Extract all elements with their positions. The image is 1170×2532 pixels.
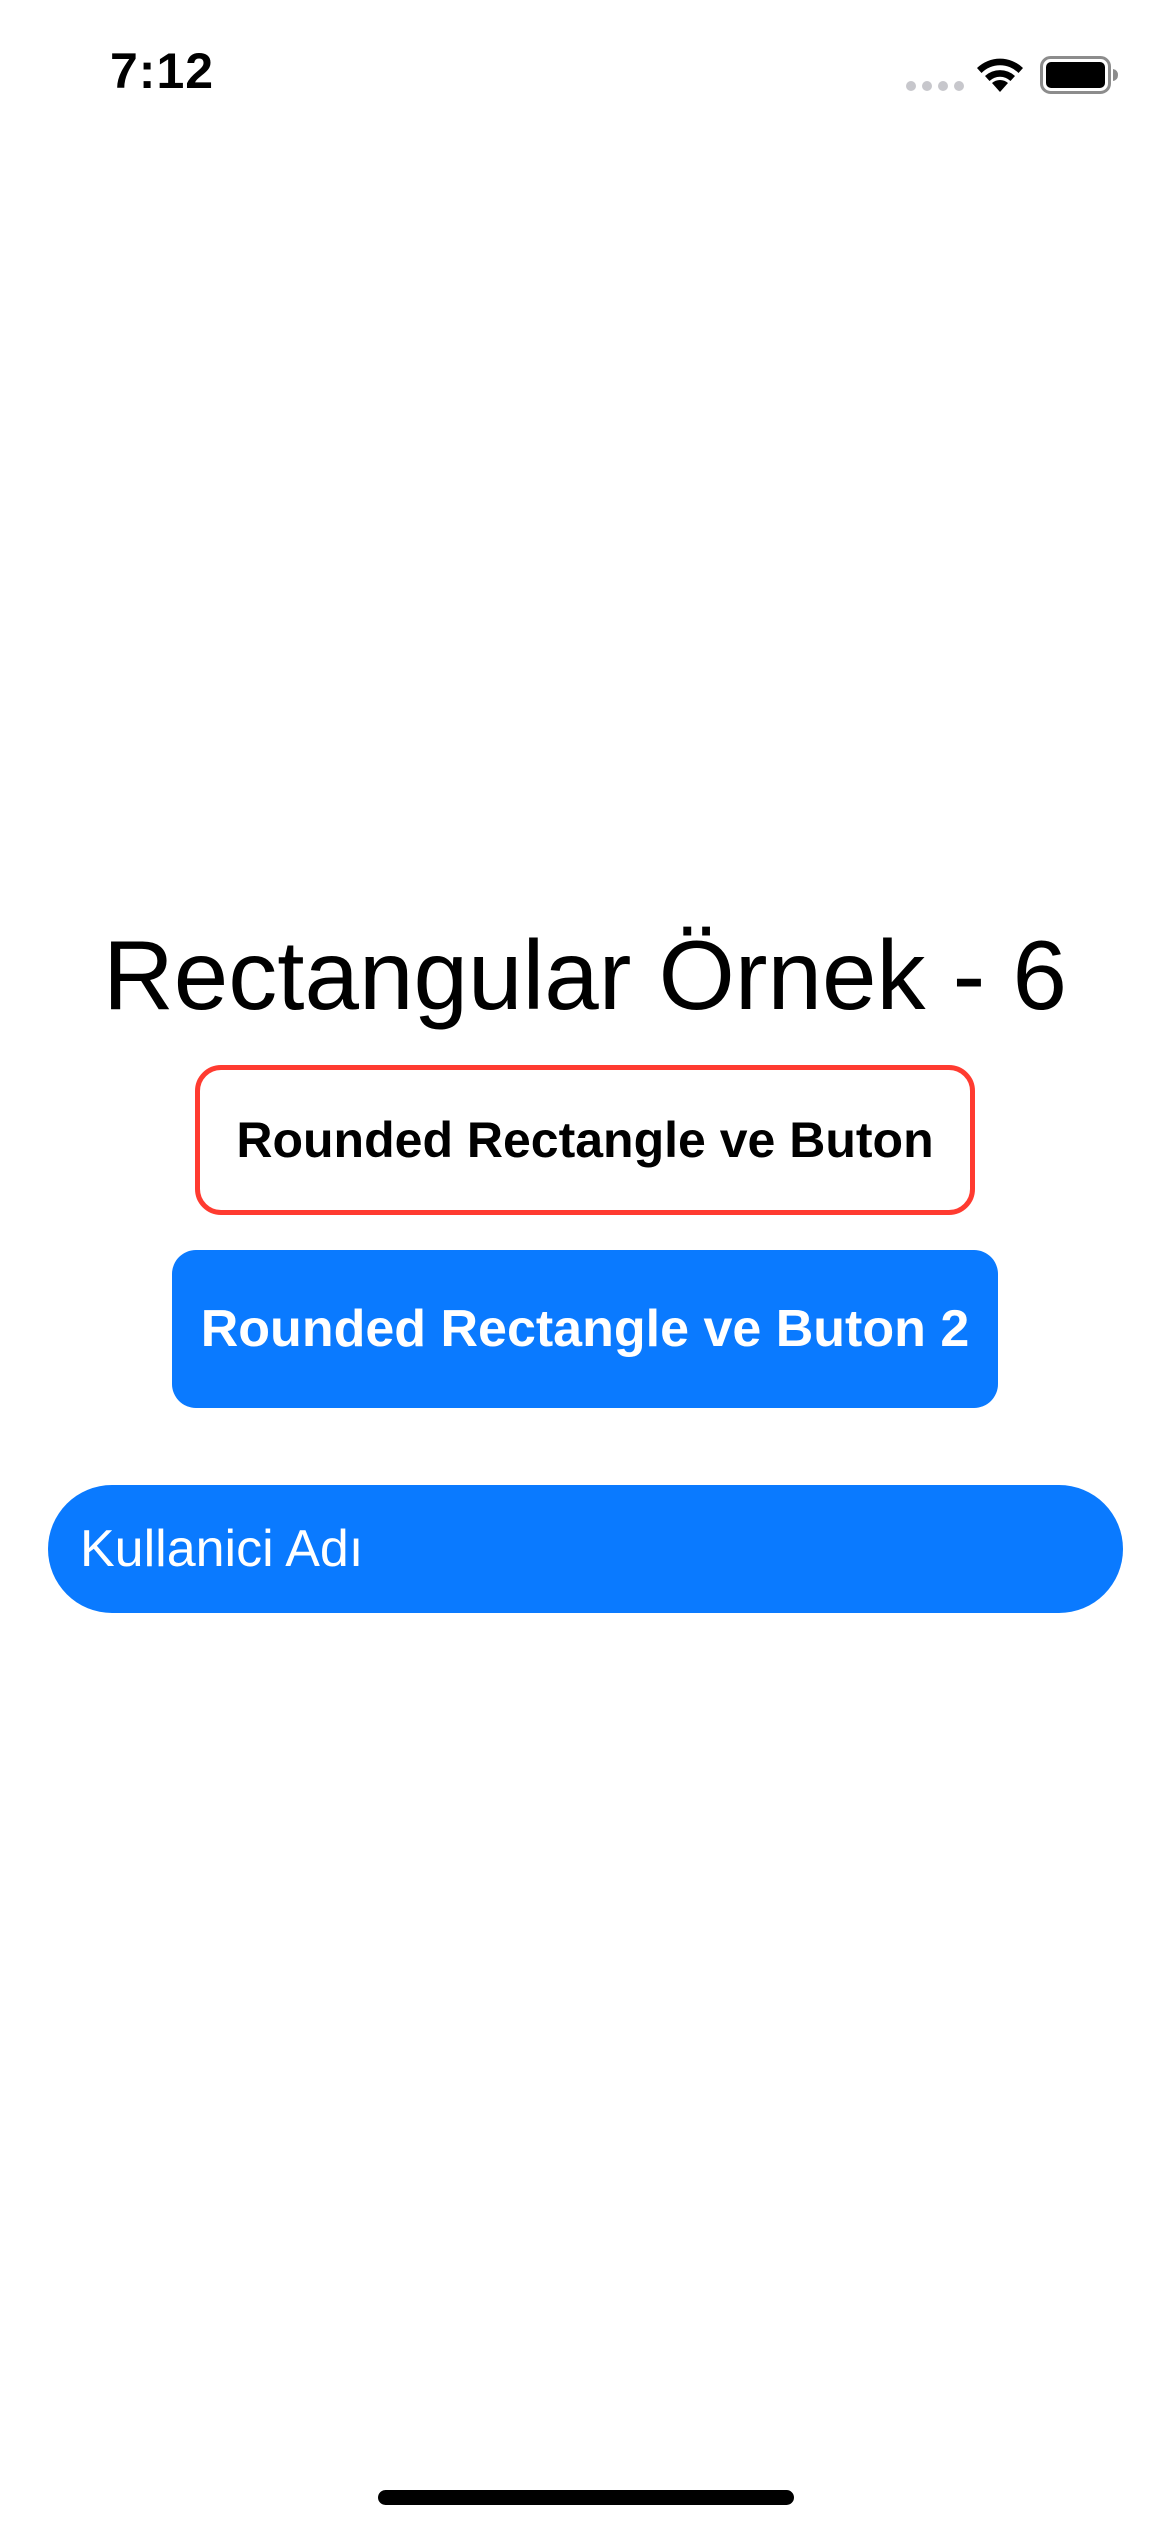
wifi-icon xyxy=(977,58,1023,92)
rounded-rectangle-button[interactable]: Rounded Rectangle ve Buton xyxy=(195,1065,975,1215)
username-input[interactable] xyxy=(78,1518,1123,1580)
home-indicator[interactable] xyxy=(378,2490,794,2505)
rounded-rectangle-button-2[interactable]: Rounded Rectangle ve Buton 2 xyxy=(172,1250,998,1408)
username-field[interactable] xyxy=(48,1485,1123,1613)
status-bar: 7:12 xyxy=(0,0,1170,140)
status-time: 7:12 xyxy=(110,43,215,99)
app-screen: 7:12 Rectangular Örnek - 6 Rounded Recta… xyxy=(0,0,1170,2532)
signal-icon xyxy=(906,81,964,91)
battery-icon xyxy=(1040,56,1118,94)
page-title: Rectangular Örnek - 6 xyxy=(102,920,1068,1030)
